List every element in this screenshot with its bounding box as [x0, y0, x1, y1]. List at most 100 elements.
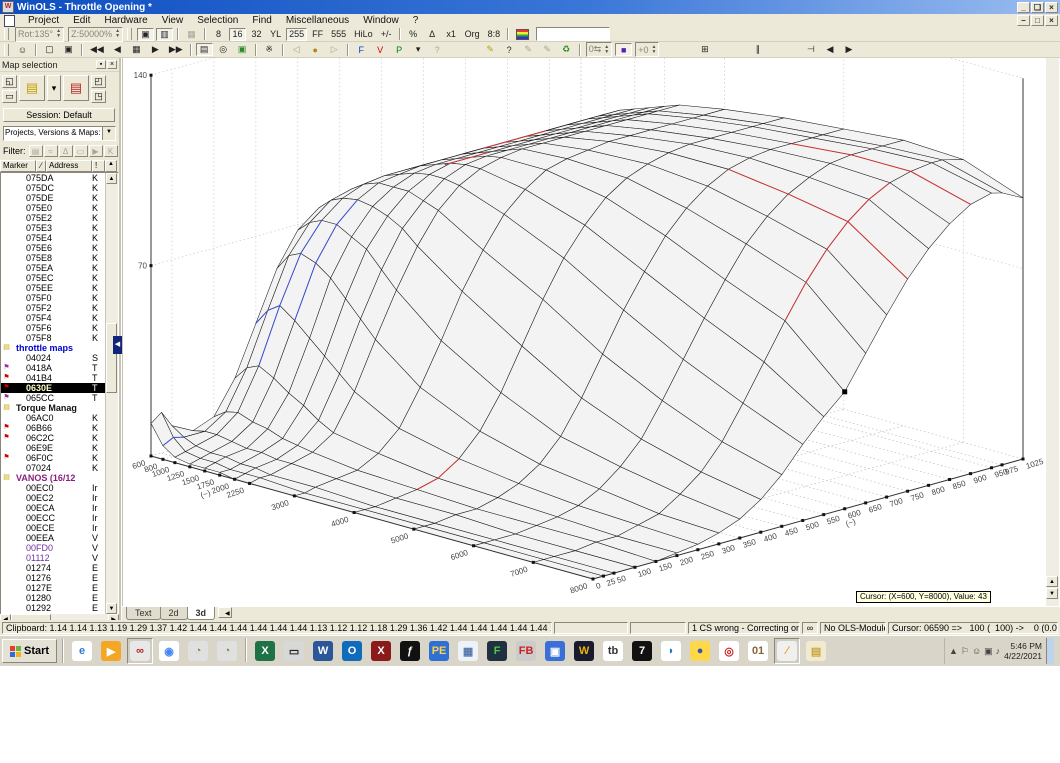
surface-plot[interactable]: 6008001000125015001750200022503000400050… — [123, 58, 1046, 606]
taskbar-settings-wrench[interactable]: ∕ — [774, 638, 801, 664]
scroll-up-icon[interactable]: ▲ — [1046, 576, 1058, 587]
offset-combo[interactable]: 0⇆ ▲ ▼ — [585, 42, 613, 57]
help-button[interactable]: ? — [500, 43, 518, 56]
tray-icon-1[interactable]: ⚐ — [961, 646, 969, 657]
view-columns-button[interactable]: ▥ — [156, 27, 174, 41]
map-list-item[interactable]: 075F8 K — [1, 333, 107, 343]
new-version-button[interactable]: ◱ — [2, 75, 17, 88]
filter-similar-button[interactable]: ≈ — [43, 145, 58, 157]
taskbar-chip-fb[interactable]: FB — [513, 638, 539, 664]
map-list-item[interactable]: ⚑ 065CC T — [1, 393, 107, 403]
map-list-item[interactable]: ⚑ 06B66 K — [1, 423, 107, 433]
toolbar-search-field[interactable] — [536, 27, 611, 41]
scrollbar-thumb[interactable] — [106, 323, 117, 393]
tab-2d[interactable]: 2d — [159, 607, 188, 620]
map-list-item[interactable]: 06AC0 K — [1, 413, 107, 423]
tab-scroll-left-button[interactable]: ◀ — [218, 607, 233, 618]
map-list-item[interactable]: 075DE K — [1, 193, 107, 203]
start-button[interactable]: Start — [2, 639, 58, 663]
map-list-item[interactable]: 06E9E K — [1, 443, 107, 453]
map-list-item[interactable]: 075DC K — [1, 183, 107, 193]
last-map-button[interactable]: ▶▶ — [165, 43, 186, 56]
taskbar-hex-editor[interactable]: ƒ — [397, 638, 423, 664]
map-list-item[interactable]: 01292 E — [1, 603, 107, 613]
difference-button[interactable]: Δ — [423, 27, 441, 41]
map-list-item[interactable]: 00ECA Ir — [1, 503, 107, 513]
map-list-item[interactable]: 075EA K — [1, 263, 107, 273]
user-button[interactable]: ☺ — [14, 43, 31, 56]
taskbar-media-player[interactable]: ▶ — [98, 638, 124, 664]
scroll-right-button[interactable]: ▶ — [840, 43, 858, 56]
map-color-button[interactable]: ■ — [615, 43, 633, 56]
map-list-item[interactable]: ⚑ 041B4 T — [1, 373, 107, 383]
map-list-item[interactable]: 01112 V — [1, 553, 107, 563]
close-button[interactable]: × — [1045, 1, 1058, 13]
child-close-button[interactable]: × — [1045, 15, 1058, 26]
export-map-button[interactable]: ◰ — [91, 75, 106, 88]
projects-window-button[interactable]: P — [390, 43, 408, 56]
column-header-address[interactable]: Address — [46, 160, 92, 172]
filter-marker-button[interactable]: ▤ — [28, 145, 43, 157]
taskbar-word[interactable]: W — [310, 638, 336, 664]
child-window-icon[interactable] — [4, 14, 15, 27]
map-list-item[interactable]: 075DA K — [1, 173, 107, 183]
hexdump-button[interactable]: ※ — [260, 43, 278, 56]
restore-button[interactable]: ❏ — [1031, 1, 1044, 13]
tray-icon-3[interactable]: ▣ — [984, 646, 993, 657]
taskbar-race-tool[interactable]: 7 — [629, 638, 655, 664]
window-dropdown-button[interactable]: ▾ — [409, 43, 427, 56]
taskbar-excel[interactable]: X — [252, 638, 278, 664]
spinner-arrows-icon[interactable]: ▲ ▼ — [56, 29, 61, 39]
split-compare-button[interactable]: 8:8 — [484, 27, 504, 41]
split-vertical-button[interactable]: ∥ — [749, 43, 767, 56]
map-list-item[interactable]: 01274 E — [1, 563, 107, 573]
taskbar-calculator[interactable]: ▦ — [455, 638, 481, 664]
scroll-left-button[interactable]: ◀ — [821, 43, 839, 56]
taskbar-clock[interactable]: 5:46 PM 4/22/2021 — [1004, 641, 1042, 661]
window-list-button[interactable]: ▣ — [60, 43, 77, 56]
map-list-item[interactable]: 00EC0 Ir — [1, 483, 107, 493]
scroll-up-icon[interactable]: ▲ — [106, 173, 117, 184]
width-16bit-button[interactable]: 16 — [229, 27, 247, 41]
map-list-item[interactable]: 075E3 K — [1, 223, 107, 233]
hilo-button[interactable]: HiLo — [351, 27, 376, 41]
tab-text[interactable]: Text — [126, 607, 161, 620]
chevron-down-icon[interactable]: ▼ — [102, 127, 115, 140]
color-scale-button[interactable] — [513, 27, 533, 41]
map-list-item[interactable]: 00FD0 V — [1, 543, 107, 553]
taskbar-internet-explorer[interactable]: e — [69, 638, 95, 664]
import-button[interactable]: ▤ — [63, 75, 89, 101]
menu-project[interactable]: Project — [21, 15, 66, 26]
panel-close-button[interactable]: × — [107, 60, 117, 69]
signed-button[interactable]: +/- — [377, 27, 395, 41]
bookmark-button[interactable]: ● — [306, 43, 324, 56]
map-list-item[interactable]: 075F6 K — [1, 323, 107, 333]
panel-collapse-button[interactable]: ◀ — [113, 336, 122, 354]
menu-miscellaneous[interactable]: Miscellaneous — [279, 15, 356, 26]
next-map-button[interactable]: ▶ — [146, 43, 164, 56]
taskbar-eeprom-chip[interactable]: ▭ — [281, 638, 307, 664]
hex-view-button[interactable]: FF — [309, 27, 327, 41]
rotation-spinner[interactable]: Rot:135° ▲ ▼ — [15, 26, 65, 42]
byte-order-button[interactable]: YL — [267, 27, 285, 41]
menu-hardware[interactable]: Hardware — [97, 15, 154, 26]
map-list-item[interactable]: 04024 S — [1, 353, 107, 363]
child-restore-button[interactable]: □ — [1031, 15, 1044, 26]
taskbar-pe-tool[interactable]: PE — [426, 638, 452, 664]
map-list-item[interactable]: 00ECC Ir — [1, 513, 107, 523]
taskbar-3d-tool[interactable]: ▣ — [542, 638, 568, 664]
taskbar-thunderbird[interactable]: ◗ — [658, 638, 684, 664]
split-quad-button[interactable]: ⊞ — [696, 43, 714, 56]
minimize-button[interactable]: _ — [1017, 1, 1030, 13]
map-list-item[interactable]: 07024 K — [1, 463, 107, 473]
zoom-spinner[interactable]: Z:50000% ▲ ▼ — [68, 26, 124, 42]
menu-window[interactable]: Window — [356, 15, 406, 26]
previous-map-button[interactable]: ◀ — [108, 43, 126, 56]
map-overview-button[interactable]: ▦ — [127, 43, 145, 56]
map-list-folder[interactable]: ▤ VANOS (16/12 — [1, 473, 107, 483]
dock-button[interactable]: ⊣ — [802, 43, 820, 56]
taskbar-g-tool[interactable]: ◎ — [716, 638, 742, 664]
versions-window-button[interactable]: V — [371, 43, 389, 56]
map-list-item[interactable]: 075E4 K — [1, 233, 107, 243]
map-list-item[interactable]: ⚑ 06F0C K — [1, 453, 107, 463]
